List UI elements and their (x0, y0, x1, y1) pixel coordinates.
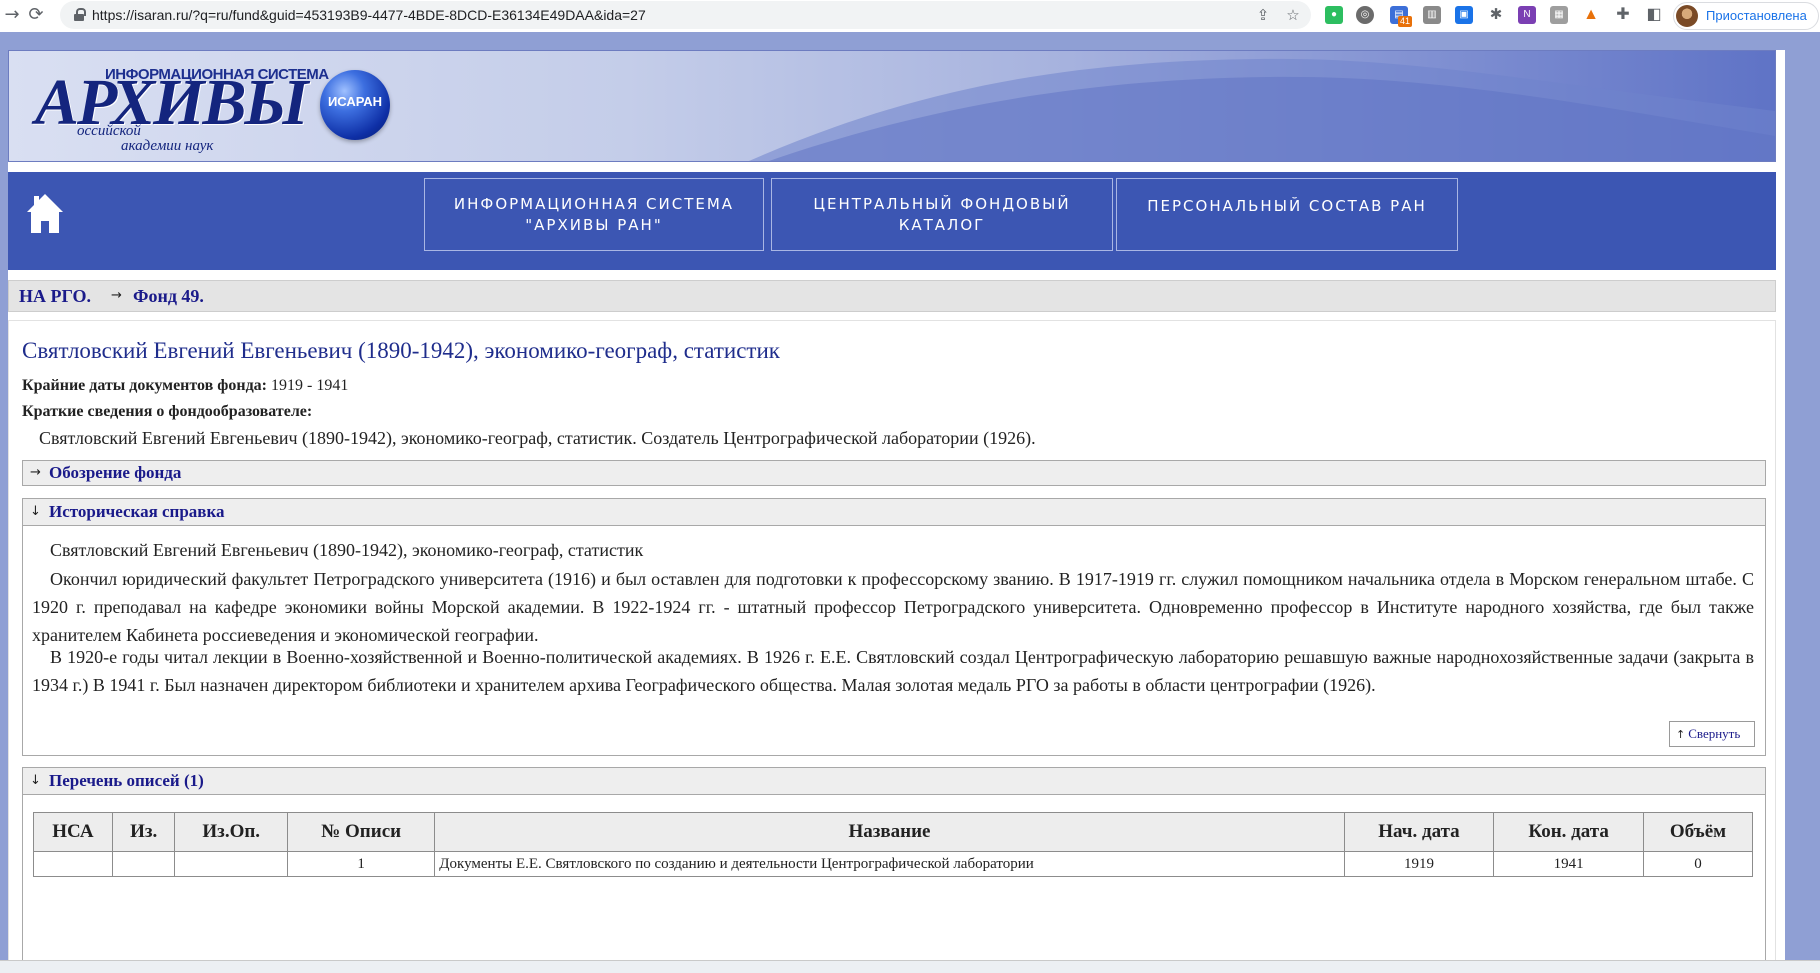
nav-personal-staff[interactable]: ПЕРСОНАЛЬНЫЙ СОСТАВ РАН (1116, 178, 1458, 251)
isaran-badge-text: ИСАРАН (327, 94, 383, 109)
main-navigation: ИНФОРМАЦИОННАЯ СИСТЕМА "АРХИВЫ РАН" ЦЕНТР… (8, 172, 1776, 270)
nav-central-catalog[interactable]: ЦЕНТРАЛЬНЫЙ ФОНДОВЫЙ КАТАЛОГ (771, 178, 1113, 251)
logo-subtitle-line2: академии наук (121, 138, 214, 154)
reader-extension-icon[interactable]: ▦ (1550, 6, 1568, 24)
column-header[interactable]: Кон. дата (1493, 812, 1644, 852)
column-header[interactable]: Из.Оп. (174, 812, 288, 852)
creator-info-text: Святловский Евгений Евгеньевич (1890-194… (39, 428, 1036, 448)
table-row[interactable]: 1 Документы Е.Е. Святловского по создани… (33, 851, 1754, 877)
table-cell: 0 (1642, 851, 1754, 877)
extension-badge: 41 (1398, 16, 1413, 27)
table-cell (174, 851, 288, 877)
url-text[interactable]: https://isaran.ru/?q=ru/fund&guid=453193… (92, 1, 646, 29)
profile-status: Приостановлена (1706, 8, 1807, 23)
page-viewport: АРХИВЫ ИНФОРМАЦИОННАЯ СИСТЕМА оссийской … (0, 32, 1820, 960)
puzzle-extensions-icon[interactable]: ✚ (1614, 6, 1632, 24)
side-panel-icon[interactable]: ◧ (1645, 6, 1663, 24)
logo-system-text: ИНФОРМАЦИОННАЯ СИСТЕМА (105, 66, 329, 83)
column-header[interactable]: Из. (111, 812, 176, 852)
isaran-logo-badge[interactable]: ИСАРАН (320, 70, 390, 140)
history-paragraph-3: В 1920-е годы читал лекции в Военно-хозя… (32, 647, 1754, 695)
vlc-extension-icon[interactable]: ▲ (1582, 6, 1600, 24)
history-label[interactable]: Историческая справка (49, 499, 225, 525)
page-title: Святловский Евгений Евгеньевич (1890-194… (22, 338, 780, 363)
nav-label: ПЕРСОНАЛЬНЫЙ СОСТАВ РАН (1147, 197, 1427, 215)
column-header[interactable]: Название (434, 812, 1345, 852)
column-header[interactable]: Нач. дата (1343, 812, 1495, 852)
inventories-section: ↓ Перечень описей (1) НСА Из. Из.Оп. № О… (22, 767, 1766, 960)
column-header[interactable]: № Описи (286, 812, 436, 852)
table-cell[interactable]: 1 (286, 851, 436, 877)
inventories-header[interactable]: ↓ Перечень описей (1) (23, 768, 1765, 795)
expand-arrow-icon: → (30, 465, 41, 480)
address-bar[interactable]: https://isaran.ru/?q=ru/fund&guid=453193… (60, 1, 1311, 29)
nav-label-line1: ЦЕНТРАЛЬНЫЙ ФОНДОВЫЙ (813, 194, 1071, 213)
fund-content: Святловский Евгений Евгеньевич (1890-194… (8, 320, 1776, 960)
inventories-table: НСА Из. Из.Оп. № Описи Название Нач. дат… (33, 812, 1754, 877)
table-cell: 1941 (1493, 851, 1644, 877)
book-extension-icon[interactable]: ▥ (1423, 6, 1441, 24)
home-icon[interactable] (27, 194, 63, 234)
star-extension-icon[interactable]: ✱ (1487, 6, 1505, 24)
site-header: АРХИВЫ ИНФОРМАЦИОННАЯ СИСТЕМА оссийской … (8, 50, 1776, 162)
overview-section: → Обозрение фонда (22, 460, 1766, 486)
collapse-button[interactable]: ↑ Свернуть (1669, 721, 1755, 747)
onenote-extension-icon[interactable]: N (1518, 6, 1536, 24)
breadcrumb: НА РГО. → Фонд 49. (8, 280, 1776, 312)
breadcrumb-link-fund[interactable]: Фонд 49. (133, 281, 204, 311)
collapse-arrow-icon: ↓ (30, 504, 41, 519)
table-cell: 1919 (1343, 851, 1495, 877)
lock-icon (74, 8, 86, 21)
breadcrumb-arrow-icon: → (111, 288, 122, 303)
profile-button[interactable]: Приостановлена (1673, 2, 1819, 30)
save-extension-icon[interactable]: ▣ (1455, 6, 1473, 24)
history-paragraph-1: Святловский Евгений Евгеньевич (1890-194… (50, 540, 644, 560)
column-header[interactable]: Объём (1642, 812, 1754, 852)
nav-label-line2: "АРХИВЫ РАН" (525, 215, 663, 234)
fund-dates-label: Крайние даты документов фонда: (22, 377, 267, 394)
collapse-label: Свернуть (1688, 726, 1741, 741)
overview-header[interactable]: → Обозрение фонда (23, 461, 1765, 485)
back-arrow-icon[interactable]: → (0, 3, 24, 27)
history-paragraph-2: Окончил юридический факультет Петроградс… (32, 569, 1754, 645)
reload-icon[interactable]: ⟳ (24, 3, 48, 27)
creator-info-heading: Краткие сведения о фондообразователе: (22, 403, 312, 421)
nav-archives-system[interactable]: ИНФОРМАЦИОННАЯ СИСТЕМА "АРХИВЫ РАН" (424, 178, 764, 251)
breadcrumb-link-rgo[interactable]: НА РГО. (19, 281, 91, 311)
table-cell[interactable]: Документы Е.Е. Святловского по созданию … (434, 851, 1345, 877)
table-cell (111, 851, 176, 877)
inventories-label[interactable]: Перечень описей (1) (49, 768, 204, 794)
up-arrow-icon: ↑ (1676, 728, 1686, 741)
history-section: ↓ Историческая справка Святловский Евген… (22, 498, 1766, 756)
fund-dates: Крайние даты документов фонда: 1919 - 19… (22, 377, 348, 395)
table-header-row: НСА Из. Из.Оп. № Описи Название Нач. дат… (33, 812, 1754, 852)
table-cell (33, 851, 113, 877)
evernote-extension-icon[interactable]: ● (1325, 6, 1343, 24)
share-icon[interactable]: ⇪ (1253, 5, 1273, 25)
collapse-arrow-icon: ↓ (30, 773, 41, 788)
fund-dates-value: 1919 - 1941 (270, 377, 349, 394)
history-header[interactable]: ↓ Историческая справка (23, 499, 1765, 526)
page: АРХИВЫ ИНФОРМАЦИОННАЯ СИСТЕМА оссийской … (8, 50, 1785, 960)
browser-toolbar: → ⟳ https://isaran.ru/?q=ru/fund&guid=45… (0, 0, 1820, 32)
column-header[interactable]: НСА (33, 812, 113, 852)
extension-circle-icon[interactable]: ◎ (1356, 6, 1374, 24)
bookmark-star-icon[interactable]: ☆ (1283, 5, 1303, 25)
nav-label-line1: ИНФОРМАЦИОННАЯ СИСТЕМА (453, 194, 735, 213)
creator-info-label: Краткие сведения о фондообразователе: (22, 403, 313, 420)
avatar (1676, 5, 1698, 27)
overview-label[interactable]: Обозрение фонда (49, 461, 181, 485)
nav-label-line2: КАТАЛОГ (898, 215, 986, 234)
status-bar (0, 960, 1820, 973)
